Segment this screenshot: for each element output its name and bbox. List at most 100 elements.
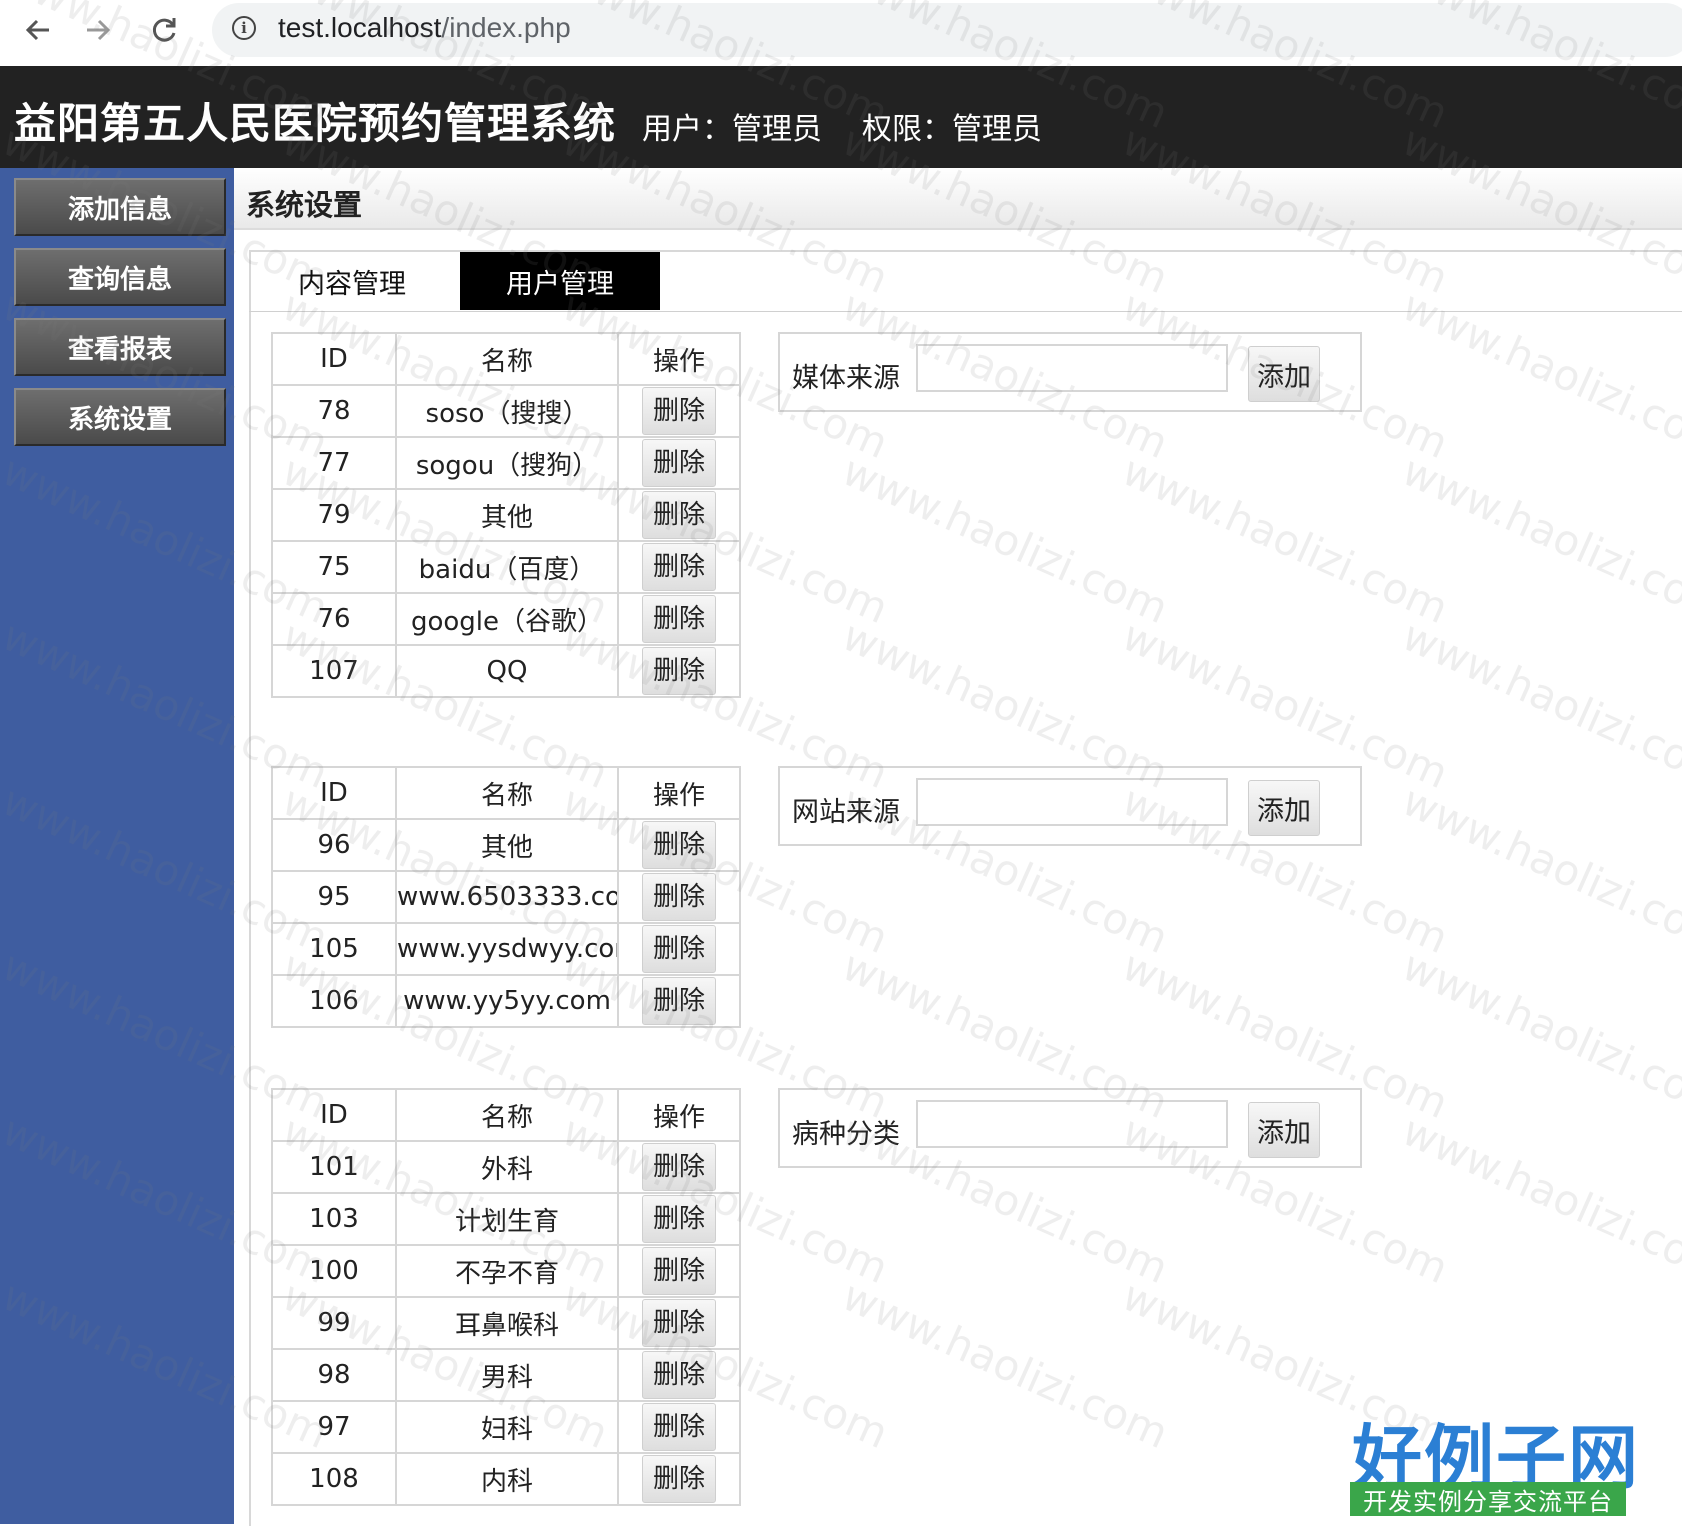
add-entry-input[interactable]: [916, 344, 1228, 392]
sidebar-item-settings[interactable]: 系统设置: [14, 388, 226, 446]
column-header-operation: 操作: [617, 1088, 741, 1142]
tab-content-management[interactable]: 内容管理: [254, 252, 450, 310]
table-row: 79 其他 删除: [271, 488, 741, 542]
table-row: 95www.6503333.com 删除: [271, 870, 741, 924]
sidebar-item-add-info[interactable]: 添加信息: [14, 178, 226, 236]
table-header-row: ID 名称 操作: [271, 766, 741, 820]
row-actions: 删除: [617, 488, 741, 542]
row-actions: 删除: [617, 870, 741, 924]
column-header-name: 名称: [395, 332, 619, 386]
table-row: 106 www.yy5yy.com 删除: [271, 974, 741, 1028]
row-name: 其他: [395, 488, 619, 542]
row-name: www.yysdwyy.com: [395, 922, 619, 976]
table-row: 99 耳鼻喉科 删除: [271, 1296, 741, 1350]
row-id: 78: [271, 384, 397, 438]
delete-button[interactable]: 删除: [642, 873, 716, 921]
tab-user-management[interactable]: 用户管理: [460, 252, 660, 310]
row-id: 95: [271, 870, 397, 924]
table-row: 107 QQ 删除: [271, 644, 741, 698]
add-button[interactable]: 添加: [1248, 780, 1320, 836]
table-row: 103 计划生育 删除: [271, 1192, 741, 1246]
row-id: 98: [271, 1348, 397, 1402]
delete-button[interactable]: 删除: [642, 387, 716, 435]
row-actions: 删除: [617, 644, 741, 698]
delete-button[interactable]: 删除: [642, 543, 716, 591]
table-row: 77 sogou（搜狗） 删除: [271, 436, 741, 490]
delete-button[interactable]: 删除: [642, 1247, 716, 1295]
column-header-id: ID: [271, 766, 397, 820]
permission-info: 权限：管理员: [862, 112, 1042, 147]
row-id: 108: [271, 1452, 397, 1506]
delete-button[interactable]: 删除: [642, 977, 716, 1025]
app-title: 益阳第五人民医院预约管理系统: [14, 99, 617, 148]
delete-button[interactable]: 删除: [642, 821, 716, 869]
row-id: 106: [271, 974, 397, 1028]
row-name: 外科: [395, 1140, 619, 1194]
row-id: 75: [271, 540, 397, 594]
column-header-operation: 操作: [617, 766, 741, 820]
back-arrow-icon[interactable]: [18, 10, 58, 50]
browser-toolbar: i test.localhost/index.php: [0, 0, 1682, 66]
sidebar-item-query-info[interactable]: 查询信息: [14, 248, 226, 306]
row-name: QQ: [395, 644, 619, 698]
add-entry-form: 病种分类 添加: [778, 1088, 1362, 1168]
forward-arrow-icon[interactable]: [78, 10, 118, 50]
column-header-id: ID: [271, 332, 397, 386]
delete-button[interactable]: 删除: [642, 439, 716, 487]
add-entry-input[interactable]: [916, 778, 1228, 826]
content-header: 系统设置: [234, 168, 1682, 230]
column-header-id: ID: [271, 1088, 397, 1142]
site-info-icon[interactable]: i: [232, 16, 256, 40]
logo-subtitle: 开发实例分享交流平台: [1350, 1482, 1626, 1516]
reload-icon[interactable]: [144, 10, 184, 50]
table-row: 96 其他 删除: [271, 818, 741, 872]
row-actions: 删除: [617, 1452, 741, 1506]
tab-divider: [249, 311, 1682, 312]
row-id: 105: [271, 922, 397, 976]
add-button[interactable]: 添加: [1248, 346, 1320, 402]
user-info: 用户：管理员: [642, 112, 822, 147]
row-id: 107: [271, 644, 397, 698]
table-row: 78 soso（搜搜） 删除: [271, 384, 741, 438]
row-id: 99: [271, 1296, 397, 1350]
table-row: 98 男科 删除: [271, 1348, 741, 1402]
row-id: 100: [271, 1244, 397, 1298]
table-row: 108 内科 删除: [271, 1452, 741, 1506]
delete-button[interactable]: 删除: [642, 1195, 716, 1243]
delete-button[interactable]: 删除: [642, 491, 716, 539]
add-entry-input[interactable]: [916, 1100, 1228, 1148]
row-actions: 删除: [617, 436, 741, 490]
delete-button[interactable]: 删除: [642, 647, 716, 695]
row-name: www.yy5yy.com: [395, 974, 619, 1028]
row-id: 97: [271, 1400, 397, 1454]
add-button[interactable]: 添加: [1248, 1102, 1320, 1158]
row-name: 不孕不育: [395, 1244, 619, 1298]
delete-button[interactable]: 删除: [642, 1299, 716, 1347]
table-row: 100 不孕不育 删除: [271, 1244, 741, 1298]
column-header-operation: 操作: [617, 332, 741, 386]
delete-button[interactable]: 删除: [642, 1455, 716, 1503]
table-header-row: ID 名称 操作: [271, 332, 741, 386]
row-name: 计划生育: [395, 1192, 619, 1246]
url-text[interactable]: test.localhost/index.php: [278, 12, 571, 44]
table-row: 101 外科 删除: [271, 1140, 741, 1194]
delete-button[interactable]: 删除: [642, 1351, 716, 1399]
add-entry-label: 病种分类: [792, 1119, 900, 1150]
page-title: 系统设置: [246, 188, 363, 222]
row-actions: 删除: [617, 1244, 741, 1298]
row-name: 男科: [395, 1348, 619, 1402]
row-name: 内科: [395, 1452, 619, 1506]
row-name: 耳鼻喉科: [395, 1296, 619, 1350]
row-name: baidu（百度）: [395, 540, 619, 594]
add-entry-form: 媒体来源 添加: [778, 332, 1362, 412]
sidebar-item-reports[interactable]: 查看报表: [14, 318, 226, 376]
delete-button[interactable]: 删除: [642, 1143, 716, 1191]
delete-button[interactable]: 删除: [642, 925, 716, 973]
delete-button[interactable]: 删除: [642, 1403, 716, 1451]
row-name: 其他: [395, 818, 619, 872]
row-actions: 删除: [617, 592, 741, 646]
table-row: 105 www.yysdwyy.com 删除: [271, 922, 741, 976]
delete-button[interactable]: 删除: [642, 595, 716, 643]
source-table: ID 名称 操作 101 外科 删除 103 计划生育 删除 100 不孕不育 删除 99 耳鼻喉科 删除 9…: [271, 1088, 741, 1506]
app-header: 益阳第五人民医院预约管理系统 用户：管理员 权限：管理员: [0, 66, 1682, 168]
